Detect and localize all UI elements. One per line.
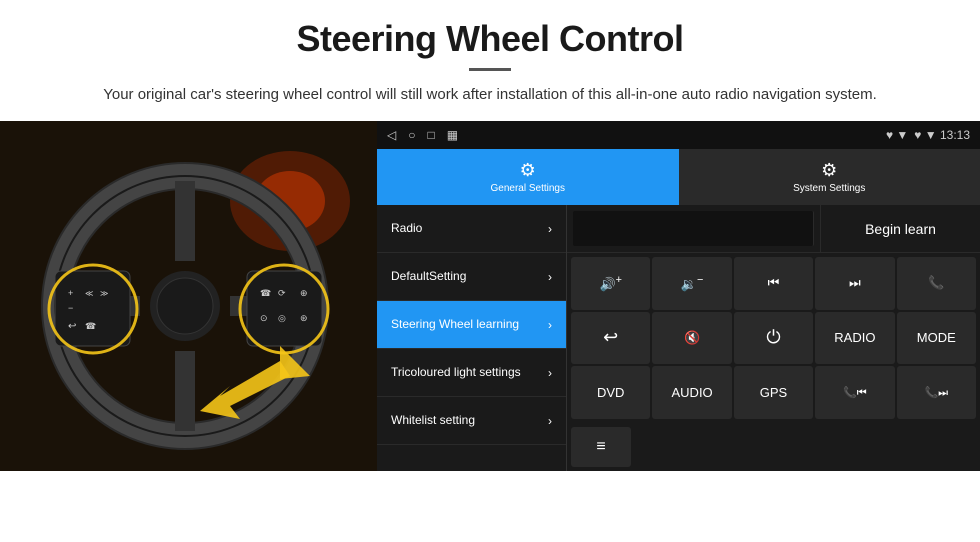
- svg-text:⊕: ⊕: [300, 288, 308, 298]
- prev-button[interactable]: ⏮: [734, 257, 813, 310]
- hook-button[interactable]: ↩: [571, 312, 650, 365]
- mute-button[interactable]: 🔇: [652, 312, 731, 365]
- vol-up-button[interactable]: 🔊+: [571, 257, 650, 310]
- power-icon: ⏻: [766, 327, 780, 348]
- extra-bottom-row: ≡: [567, 423, 980, 471]
- next-button[interactable]: ⏭: [815, 257, 894, 310]
- header-section: Steering Wheel Control Your original car…: [0, 0, 980, 121]
- learn-input-area[interactable]: [573, 211, 814, 246]
- call-prev-button[interactable]: 📞⏮: [815, 366, 894, 419]
- menu-icon[interactable]: ▦: [447, 128, 458, 142]
- dvd-label: DVD: [597, 385, 624, 400]
- content-area: Radio › DefaultSetting › Steering Wheel …: [377, 205, 980, 471]
- svg-text:−: −: [68, 303, 73, 313]
- call-prev-icon: 📞⏮: [843, 386, 867, 400]
- android-ui-panel: ◁ ○ □ ▦ ♥ ▼ ♥ ▼ 13:13 ⚙ General Settings…: [377, 121, 980, 471]
- gps-label: GPS: [760, 385, 787, 400]
- svg-text:⊙: ⊙: [260, 313, 268, 323]
- tab-system-settings[interactable]: ⚙ System Settings: [679, 149, 980, 205]
- vol-down-icon: 🔉−: [681, 274, 704, 292]
- control-grid: 🔊+ 🔉− ⏮ ⏭ 📞 ↩: [567, 253, 980, 423]
- svg-text:⟳: ⟳: [278, 288, 286, 298]
- mode-button[interactable]: MODE: [897, 312, 976, 365]
- begin-learn-row: Begin learn: [567, 205, 980, 253]
- vol-up-icon: 🔊+: [599, 274, 622, 292]
- signal-icon: ♥ ▼: [886, 128, 908, 142]
- general-settings-label: General Settings: [491, 183, 566, 194]
- mute-icon: 🔇: [684, 330, 700, 346]
- steering-wheel-panel: + − ≪ ≫ ↩ ☎ ☎ ⟳ ⊕ ⊙ ◎ ⊛: [0, 121, 377, 471]
- main-content: + − ≪ ≫ ↩ ☎ ☎ ⟳ ⊕ ⊙ ◎ ⊛: [0, 121, 980, 471]
- vol-down-button[interactable]: 🔉−: [652, 257, 731, 310]
- clock: ♥ ▼ 13:13: [914, 128, 970, 142]
- svg-text:≪: ≪: [85, 289, 93, 298]
- title-divider: [469, 68, 511, 71]
- menu-item-radio[interactable]: Radio ›: [377, 205, 566, 253]
- call-next-icon: 📞⏭: [924, 386, 948, 400]
- next-icon: ⏭: [849, 275, 861, 291]
- phone-icon: 📞: [928, 275, 944, 291]
- menu-item-tricoloured[interactable]: Tricoloured light settings ›: [377, 349, 566, 397]
- svg-text:◎: ◎: [278, 313, 286, 323]
- menu-item-radio-label: Radio: [391, 221, 422, 237]
- home-icon[interactable]: ○: [408, 128, 415, 142]
- page-title: Steering Wheel Control: [60, 18, 920, 60]
- system-settings-icon: ⚙: [821, 160, 837, 181]
- right-controls: Begin learn 🔊+ 🔉− ⏮ ⏭: [567, 205, 980, 471]
- menu-item-tricoloured-label: Tricoloured light settings: [391, 365, 521, 381]
- begin-learn-button[interactable]: Begin learn: [820, 205, 980, 252]
- svg-text:≫: ≫: [100, 289, 108, 298]
- subtitle: Your original car's steering wheel contr…: [60, 83, 920, 107]
- menu-item-default-label: DefaultSetting: [391, 269, 466, 285]
- power-button[interactable]: ⏻: [734, 312, 813, 365]
- tab-bar: ⚙ General Settings ⚙ System Settings: [377, 149, 980, 205]
- svg-text:⊛: ⊛: [300, 313, 308, 323]
- svg-text:☎: ☎: [85, 321, 96, 331]
- chevron-icon: ›: [548, 222, 552, 236]
- menu-item-whitelist-label: Whitelist setting: [391, 413, 475, 429]
- recent-icon[interactable]: □: [427, 128, 434, 142]
- call-next-button[interactable]: 📞⏭: [897, 366, 976, 419]
- list-icon-button[interactable]: ≡: [571, 427, 631, 467]
- tab-general-settings[interactable]: ⚙ General Settings: [377, 149, 679, 205]
- menu-item-whitelist[interactable]: Whitelist setting ›: [377, 397, 566, 445]
- hook-icon: ↩: [603, 327, 618, 348]
- dvd-button[interactable]: DVD: [571, 366, 650, 419]
- begin-learn-label: Begin learn: [865, 221, 936, 237]
- chevron-icon: ›: [548, 414, 552, 428]
- radio-label: RADIO: [834, 330, 875, 345]
- general-settings-icon: ⚙: [520, 160, 536, 181]
- audio-button[interactable]: AUDIO: [652, 366, 731, 419]
- svg-text:+: +: [68, 288, 73, 298]
- prev-icon: ⏮: [768, 275, 780, 291]
- radio-button[interactable]: RADIO: [815, 312, 894, 365]
- menu-item-steering-wheel[interactable]: Steering Wheel learning ›: [377, 301, 566, 349]
- chevron-icon: ›: [548, 318, 552, 332]
- chevron-icon: ›: [548, 366, 552, 380]
- left-menu: Radio › DefaultSetting › Steering Wheel …: [377, 205, 567, 471]
- audio-label: AUDIO: [672, 385, 713, 400]
- svg-text:☎: ☎: [260, 288, 271, 298]
- chevron-icon: ›: [548, 270, 552, 284]
- status-bar-info: ♥ ▼ ♥ ▼ 13:13: [886, 128, 970, 142]
- mode-label: MODE: [917, 330, 956, 345]
- phone-button[interactable]: 📞: [897, 257, 976, 310]
- back-icon[interactable]: ◁: [387, 128, 396, 142]
- gps-button[interactable]: GPS: [734, 366, 813, 419]
- status-bar-nav: ◁ ○ □ ▦: [387, 128, 458, 142]
- system-settings-label: System Settings: [793, 183, 865, 194]
- list-icon: ≡: [596, 438, 605, 456]
- menu-item-steering-label: Steering Wheel learning: [391, 317, 519, 333]
- menu-item-default-setting[interactable]: DefaultSetting ›: [377, 253, 566, 301]
- svg-text:↩: ↩: [68, 321, 76, 332]
- status-bar: ◁ ○ □ ▦ ♥ ▼ ♥ ▼ 13:13: [377, 121, 980, 149]
